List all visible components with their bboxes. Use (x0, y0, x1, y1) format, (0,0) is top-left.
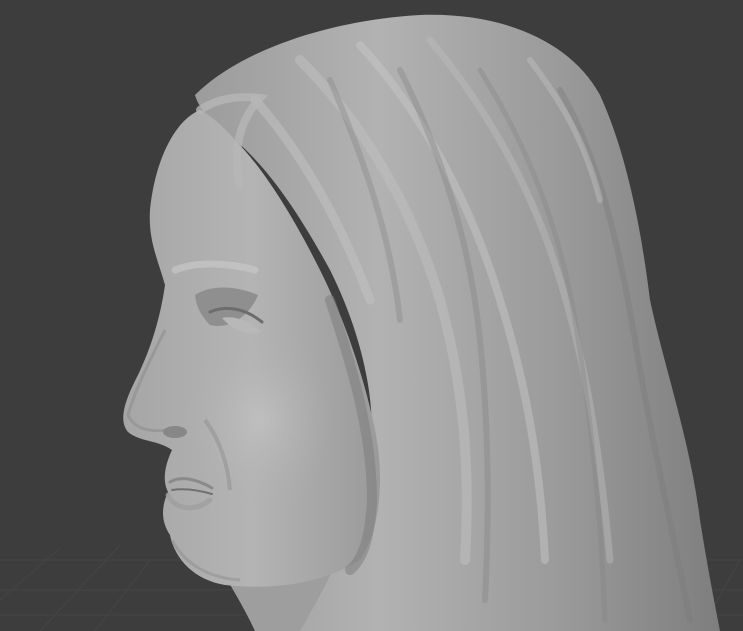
cheek-highlight (185, 330, 335, 510)
nostril (163, 426, 187, 438)
viewport-canvas[interactable] (0, 0, 743, 631)
sculpt-model[interactable] (123, 14, 720, 631)
3d-viewport[interactable] (0, 0, 743, 631)
